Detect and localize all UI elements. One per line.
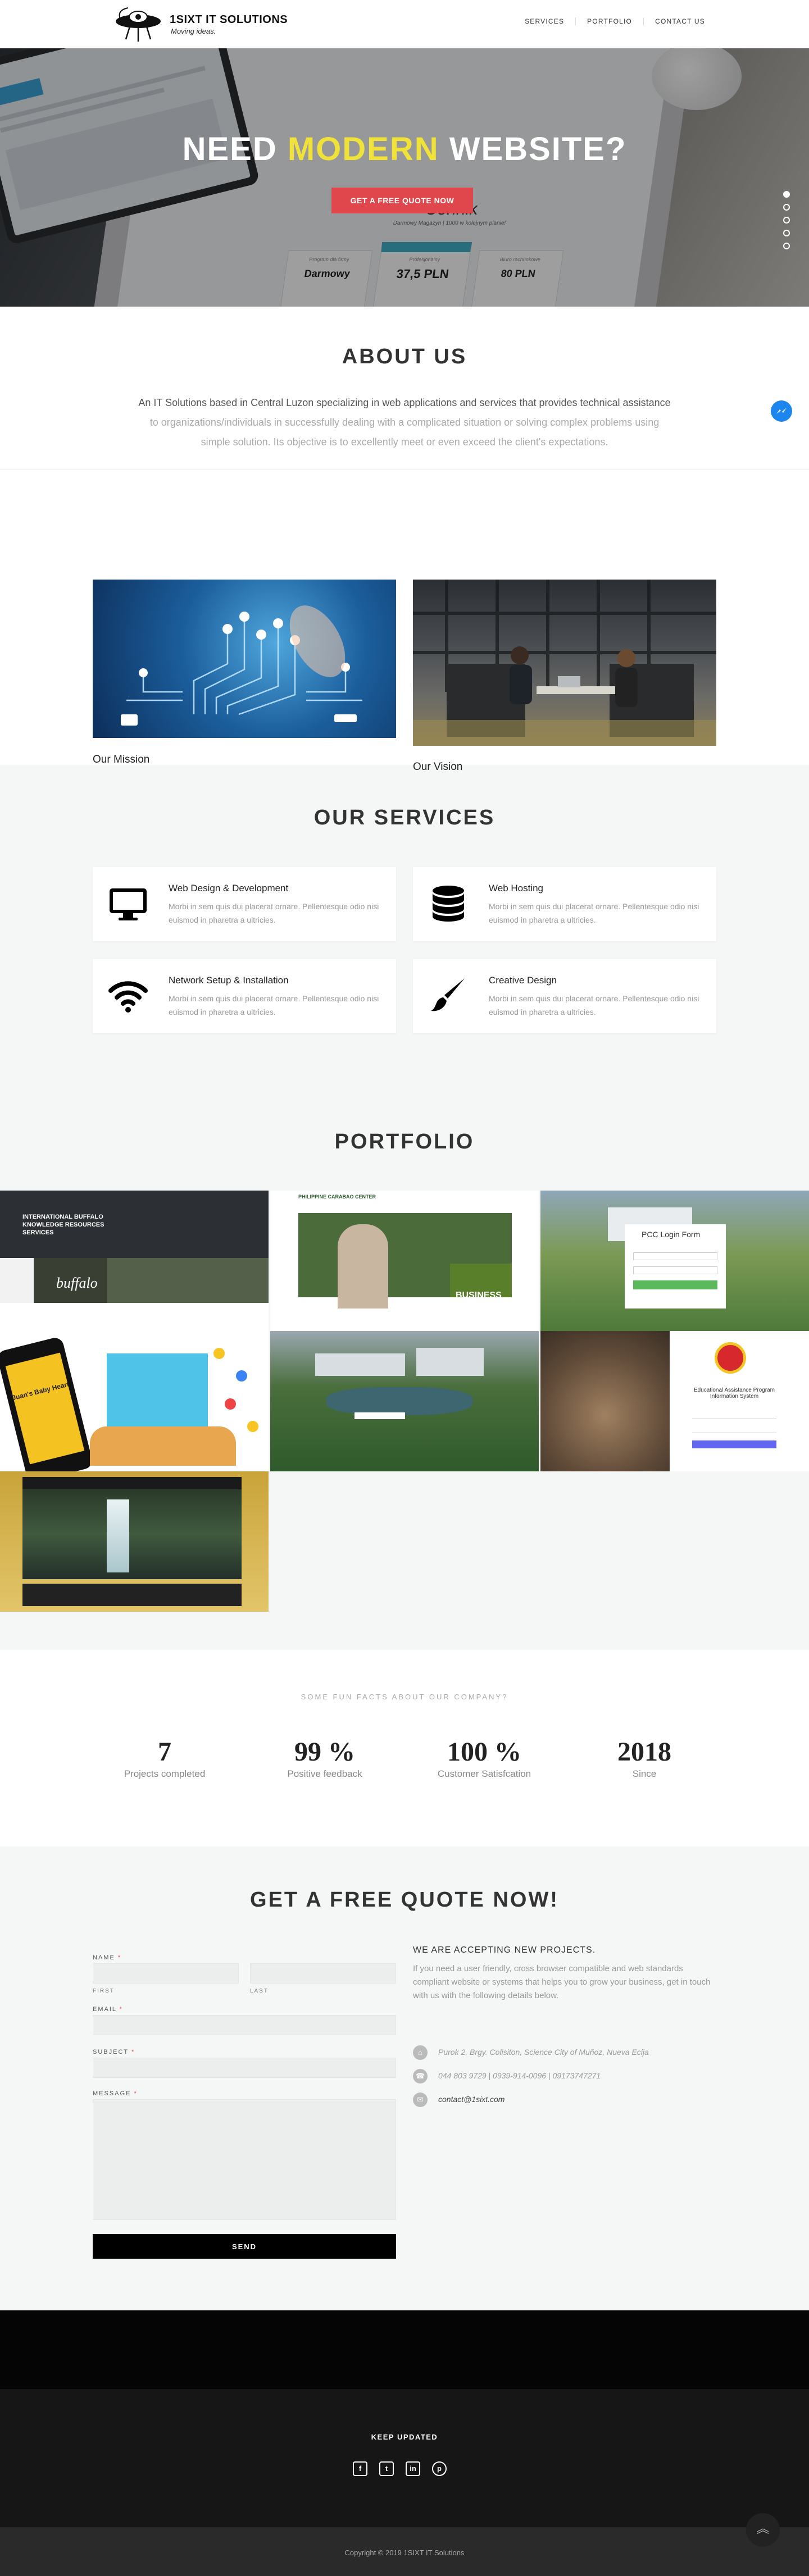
nav-portfolio[interactable]: PORTFOLIO: [575, 17, 643, 25]
about-title: ABOUT US: [342, 345, 467, 368]
eaps-title: Educational Assistance Program Informati…: [694, 1387, 775, 1399]
name-label: NAME *: [93, 1954, 122, 1961]
service-card-creative-design: Creative Design Morbi in sem quis dui pl…: [413, 959, 716, 1033]
keep-updated-heading: KEEP UPDATED: [371, 2433, 438, 2441]
brand-title: 1SIXT IT SOLUTIONS: [170, 13, 288, 26]
fact-satisfaction: 100 % Customer Satisfcation: [437, 1737, 531, 1779]
top-navbar: 1SIXT IT SOLUTIONS Moving ideas. SERVICE…: [0, 0, 809, 48]
portfolio-item-bakery[interactable]: Juan's Baby Heart: [0, 1331, 269, 1471]
buffalo-site-header: INTERNATIONAL BUFFALO KNOWLEDGE RESOURCE…: [22, 1214, 104, 1236]
wifi-icon: [108, 981, 148, 1013]
service-card-web-hosting: Web Hosting Morbi in sem quis dui placer…: [413, 867, 716, 941]
service-card-network-setup: Network Setup & Installation Morbi in se…: [93, 959, 396, 1033]
phone-icon: ☎: [413, 2069, 428, 2083]
portfolio-item-carabao[interactable]: PHILIPPINE CARABAO CENTER BUSINESS: [270, 1191, 539, 1331]
message-textarea[interactable]: [93, 2099, 396, 2220]
portfolio-item-buffalo[interactable]: INTERNATIONAL BUFFALO KNOWLEDGE RESOURCE…: [0, 1191, 269, 1331]
pinterest-icon[interactable]: p: [432, 2461, 447, 2476]
mission-caption: Our Mission: [93, 754, 150, 765]
portfolio-item-eaps[interactable]: Educational Assistance Program Informati…: [540, 1331, 809, 1471]
send-button[interactable]: SEND: [93, 2234, 396, 2259]
portfolio-item-pcc-login[interactable]: PCC Login Form: [540, 1191, 809, 1331]
copyright: Copyright © 2019 1SIXT IT Solutions: [344, 2548, 465, 2557]
footer-social-band: [0, 2389, 809, 2527]
social-links: f t in p: [353, 2461, 447, 2476]
slider-dot-2[interactable]: [783, 204, 790, 211]
quote-title: GET A FREE QUOTE NOW!: [250, 1888, 559, 1912]
facebook-icon[interactable]: f: [353, 2461, 367, 2476]
mission-image: [93, 580, 396, 738]
hero-title: NEED MODERN WEBSITE?: [182, 131, 627, 167]
slider-dot-1[interactable]: [783, 191, 790, 198]
map-pin-icon: ⌂: [413, 2045, 428, 2060]
brand-logo[interactable]: 1SIXT IT SOLUTIONS Moving ideas.: [111, 4, 288, 44]
vision-caption: Our Vision: [413, 761, 463, 773]
messenger-chat-icon[interactable]: [771, 400, 792, 422]
fact-since: 2018 Since: [617, 1737, 671, 1779]
ufo-logo-icon: [116, 7, 161, 42]
main-menu: SERVICES PORTFOLIO CONTACT US: [513, 17, 716, 25]
first-sublabel: FIRST: [93, 1988, 115, 1994]
portfolio-item-falls[interactable]: [0, 1471, 269, 1612]
envelope-icon: ✉: [413, 2092, 428, 2107]
slider-dot-5[interactable]: [783, 243, 790, 249]
fact-projects: 7 Projects completed: [124, 1737, 206, 1779]
email-label: EMAIL *: [93, 2006, 123, 2013]
office-meeting-illustration: [413, 580, 716, 746]
subject-field[interactable]: [93, 2058, 396, 2078]
monitor-icon: [110, 888, 147, 920]
pcc-login-title: PCC Login Form: [642, 1230, 701, 1239]
paintbrush-icon: [431, 978, 465, 1011]
business-label: BUSINESS: [456, 1291, 502, 1300]
portfolio-title: PORTFOLIO: [334, 1130, 475, 1153]
portfolio-item-campus[interactable]: [270, 1331, 539, 1471]
slider-dot-3[interactable]: [783, 217, 790, 224]
slider-dot-4[interactable]: [783, 230, 790, 236]
back-to-top-icon[interactable]: ︽: [746, 2513, 780, 2547]
hero-title-highlight: MODERN: [287, 131, 439, 167]
slider-dots: [783, 191, 790, 249]
last-sublabel: LAST: [250, 1988, 269, 1994]
first-name-input[interactable]: [93, 1963, 239, 1984]
vision-image: [413, 580, 716, 746]
brand-tagline: Moving ideas.: [171, 27, 216, 35]
email-field[interactable]: [93, 2015, 396, 2035]
message-label: MESSAGE *: [93, 2090, 138, 2097]
last-name-input[interactable]: [250, 1963, 396, 1984]
fact-feedback: 99 % Positive feedback: [287, 1737, 362, 1779]
database-icon: [433, 886, 464, 922]
services-title: OUR SERVICES: [313, 806, 496, 829]
hero-slider: Cennik Darmowy Magazyn | 1000 w kolejnym…: [0, 48, 809, 307]
quote-pitch: If you need a user friendly, cross brows…: [413, 1964, 711, 2000]
twitter-icon[interactable]: t: [379, 2461, 394, 2476]
about-text: An IT Solutions based in Central Luzon s…: [138, 397, 671, 448]
nav-services[interactable]: SERVICES: [513, 17, 575, 25]
facts-label: SOME FUN FACTS ABOUT OUR COMPANY?: [301, 1693, 508, 1701]
circuit-illustration: [121, 605, 362, 726]
service-card-web-design: Web Design & Development Morbi in sem qu…: [93, 867, 396, 941]
footer-top-band: [0, 2310, 809, 2389]
subject-label: SUBJECT *: [93, 2049, 135, 2055]
accepting-projects-heading: WE ARE ACCEPTING NEW PROJECTS.: [413, 1945, 596, 1955]
get-quote-button[interactable]: GET A FREE QUOTE NOW: [331, 188, 473, 213]
linkedin-icon[interactable]: in: [406, 2461, 420, 2476]
buffalo-word: buffalo: [56, 1275, 98, 1291]
nav-contact-us[interactable]: CONTACT US: [643, 17, 716, 25]
carabao-site-header: PHILIPPINE CARABAO CENTER: [298, 1194, 376, 1200]
